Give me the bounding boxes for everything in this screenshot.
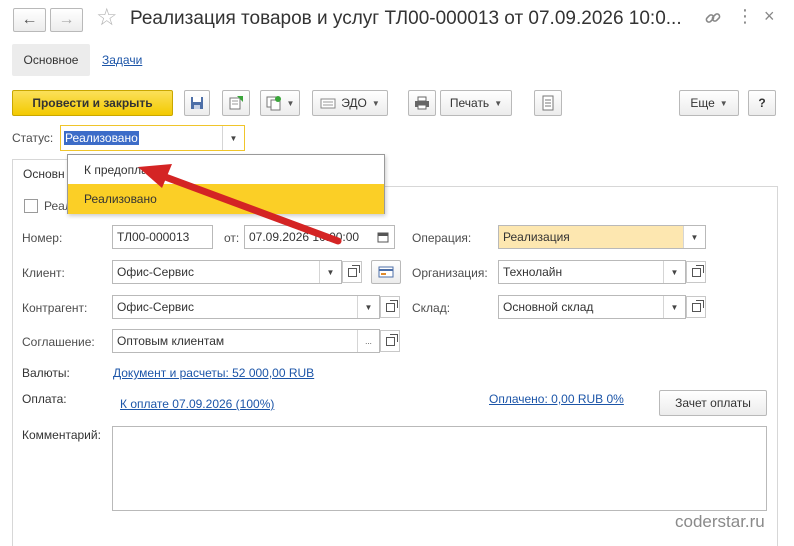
annotation-arrow (138, 164, 342, 245)
